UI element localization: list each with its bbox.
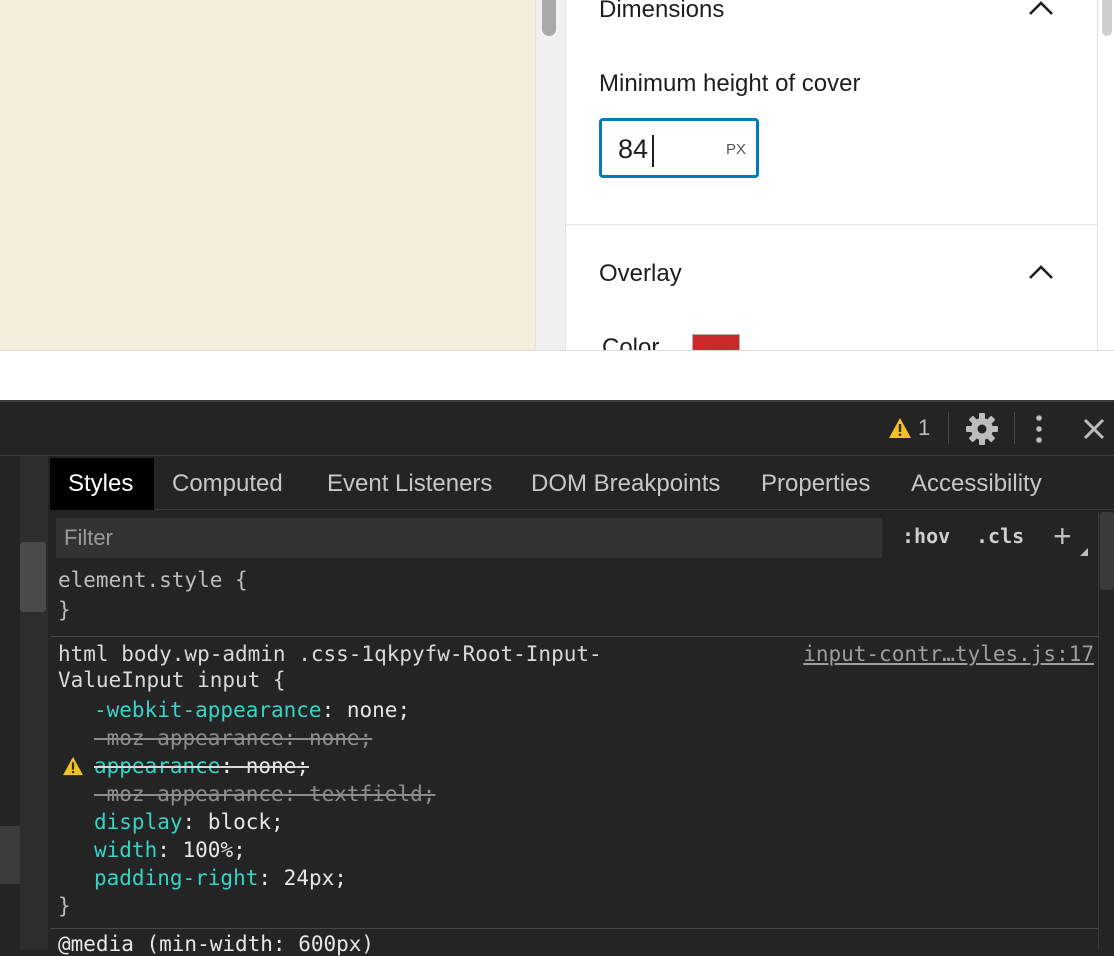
warning-icon [889,418,911,438]
declaration-invalid[interactable]: appearance: none; [94,754,309,778]
new-style-rule-button[interactable]: + [1053,518,1072,555]
chevron-up-icon[interactable] [1028,0,1054,16]
element-style-close: } [58,598,71,622]
toolbar-separator [1014,412,1015,444]
unit-label[interactable]: PX [726,141,746,158]
warning-icon[interactable] [62,756,84,776]
overlay-color-label: Color [602,334,660,350]
tab-event-listeners[interactable]: Event Listeners [309,458,510,510]
declaration[interactable]: padding-right: 24px; [94,866,347,890]
class-toggle[interactable]: .cls [976,524,1024,548]
dimensions-section-title[interactable]: Dimensions [599,0,724,24]
gear-icon[interactable] [965,412,999,446]
tab-dom-breakpoints[interactable]: DOM Breakpoints [513,458,738,510]
editor-scrollbar-thumb[interactable] [542,0,556,36]
styles-pane: element.style { } html body.wp-admin .cs… [50,564,1098,956]
editor-scrollbar[interactable] [535,0,565,350]
min-height-value[interactable]: 84 [618,134,648,165]
tab-properties[interactable]: Properties [743,458,888,510]
overlay-section-title[interactable]: Overlay [599,260,682,288]
block-settings-panel: Dimensions Minimum height of cover 84 PX… [565,0,1098,350]
hover-state-toggle[interactable]: :hov [902,524,950,548]
section-divider [566,224,1097,225]
rule-separator [50,928,1098,929]
rule-close: } [58,894,71,918]
warning-count: 1 [918,415,931,440]
declaration[interactable]: width: 100%; [94,838,246,862]
styles-scrollbar[interactable] [1098,512,1114,950]
panel-scrollbar-thumb[interactable] [1102,0,1112,36]
declaration[interactable]: -webkit-appearance: none; [94,698,410,722]
page-preview: Dimensions Minimum height of cover 84 PX… [0,0,1114,400]
rule-selector-cont[interactable]: ValueInput input { [58,668,286,692]
overlay-color-swatch[interactable] [692,334,740,350]
media-rule-header[interactable]: @media (min-width: 600px) [58,932,374,956]
styles-scrollbar-thumb[interactable] [1100,512,1114,590]
min-height-input[interactable]: 84 PX [599,118,759,178]
declaration-overridden[interactable]: -moz-appearance: none; [94,726,372,750]
rule-source-link[interactable]: input-contr…tyles.js:17 [803,642,1094,666]
devtools-toolbar: 1 [0,402,1114,456]
declaration[interactable]: display: block; [94,810,284,834]
close-icon[interactable] [1082,417,1106,441]
rule-separator [50,636,1098,637]
divider [0,350,1114,351]
min-height-label: Minimum height of cover [599,70,861,97]
cover-block-canvas[interactable] [0,0,535,350]
devtools-panel: 1 Styles Computed Event Listeners DOM Br… [0,400,1114,956]
sidebar-tabs: Styles Computed Event Listeners DOM Brea… [50,458,1114,510]
declaration-overridden[interactable]: -moz-appearance: textfield; [94,782,435,806]
toolbar-separator [948,412,949,444]
tab-styles[interactable]: Styles [50,458,154,510]
new-rule-menu-indicator[interactable] [1080,548,1088,556]
elements-scrollbar[interactable] [20,456,48,950]
elements-pane-edge [0,456,48,950]
chevron-up-icon[interactable] [1028,264,1054,280]
panel-scrollbar[interactable] [1098,0,1114,350]
more-options-icon[interactable] [1030,414,1048,444]
tab-computed[interactable]: Computed [154,458,301,510]
filter-input[interactable] [56,518,882,558]
tab-accessibility[interactable]: Accessibility [893,458,1060,510]
styles-filter-bar: :hov .cls + [50,512,1098,564]
text-caret [652,135,654,167]
element-style-selector[interactable]: element.style { [58,568,248,592]
selected-node-highlight [0,826,20,884]
rule-selector[interactable]: html body.wp-admin .css-1qkpyfw-Root-Inp… [58,642,602,666]
elements-scrollbar-thumb[interactable] [20,542,46,612]
